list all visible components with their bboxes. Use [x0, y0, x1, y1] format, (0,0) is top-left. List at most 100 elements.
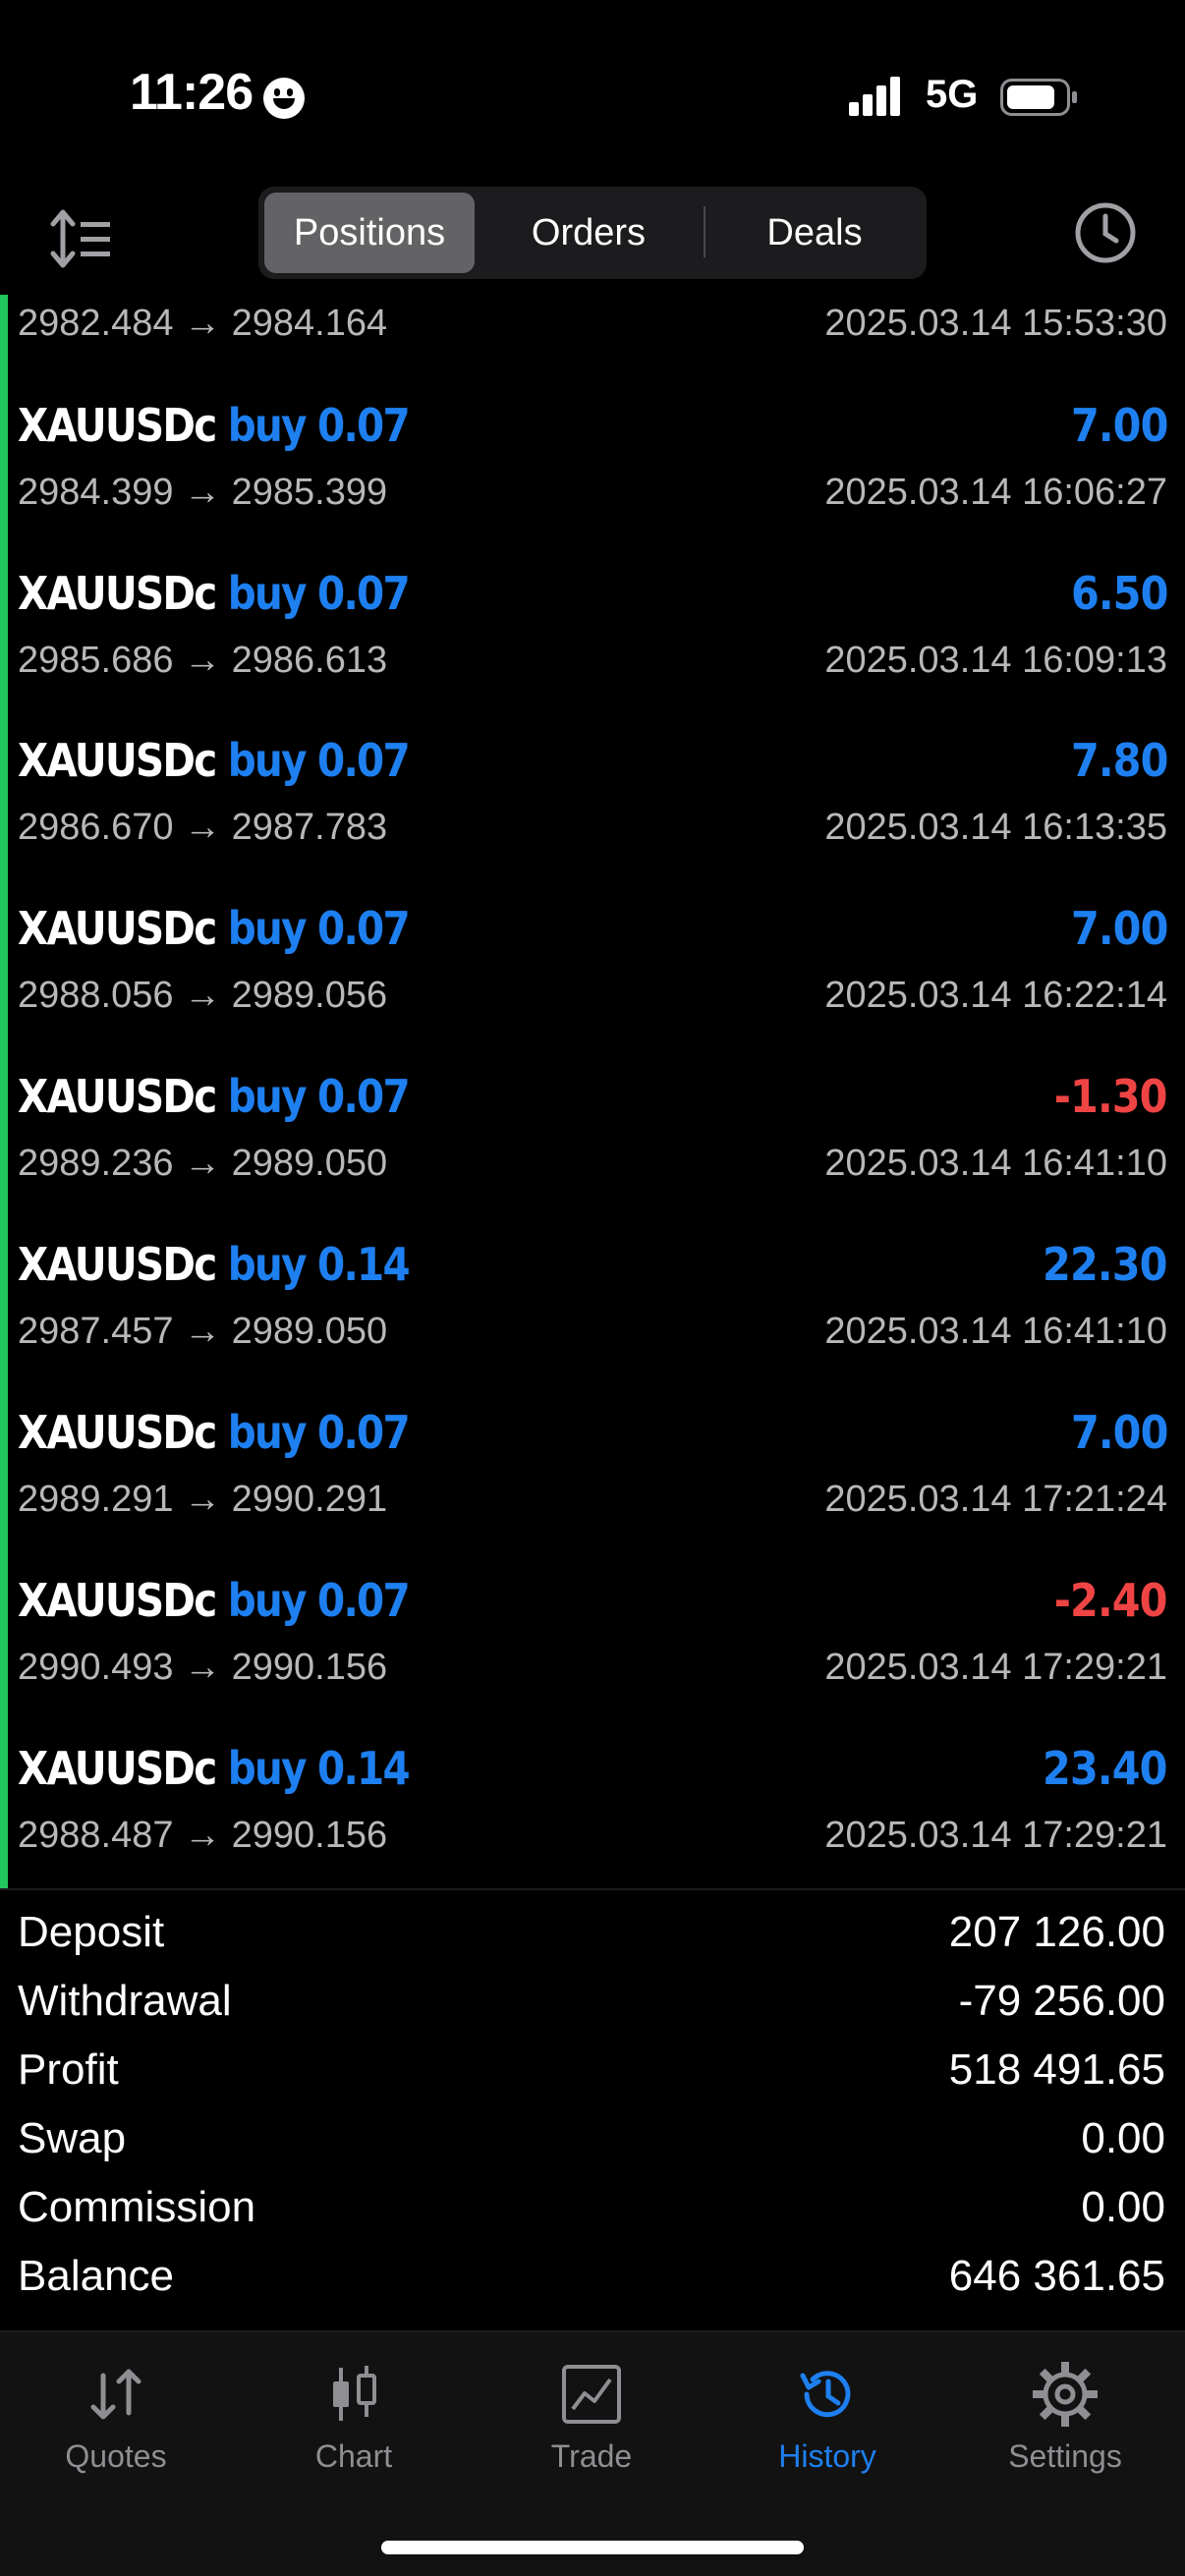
cellular-signal-icon — [849, 77, 900, 116]
trade-prices: 2986.670 → 2987.783 — [18, 807, 388, 848]
summary-label: Commission — [18, 2183, 256, 2231]
quotes-arrows-icon — [90, 2369, 141, 2420]
summary-row-swap: Swap 0.00 — [18, 2114, 1165, 2183]
section-divider — [0, 1888, 1185, 1890]
top-nav: Positions Orders Deals — [0, 187, 1185, 291]
summary-row-balance: Balance 646 361.65 — [18, 2252, 1165, 2321]
trade-profit: 7.00 — [1070, 399, 1167, 452]
trade-time: 2025.03.14 16:22:14 — [824, 975, 1167, 1016]
summary-row-profit: Profit 518 491.65 — [18, 2045, 1165, 2114]
network-type: 5G — [926, 73, 979, 116]
summary-value: 0.00 — [1081, 2114, 1165, 2162]
trade-profit: 7.80 — [1070, 734, 1167, 787]
trade-symbol: XAUUSDc — [18, 1070, 217, 1123]
trade-profit: 7.00 — [1070, 902, 1167, 955]
trade-symbol: XAUUSDc — [18, 567, 217, 620]
trade-prices: 2988.487 → 2990.156 — [18, 1815, 388, 1856]
trade-symbol: XAUUSDc — [18, 1574, 217, 1627]
trade-side: buy 0.14 — [227, 1742, 411, 1795]
summary-value: -79 256.00 — [958, 1977, 1165, 2025]
tab-chart[interactable]: Chart — [255, 2362, 452, 2490]
status-bar: 11:26 5G — [0, 0, 1185, 187]
tab-label: Chart — [314, 2438, 393, 2474]
sort-icon[interactable] — [49, 204, 114, 273]
trade-prices: 2987.457 → 2989.050 — [18, 1311, 388, 1352]
trade-symbol: XAUUSDc — [18, 734, 217, 787]
trade-time: 2025.03.14 16:06:27 — [824, 472, 1167, 513]
battery-icon — [1000, 79, 1077, 116]
trade-time: 2025.03.14 15:53:30 — [824, 303, 1167, 344]
summary-value: 207 126.00 — [948, 1908, 1165, 1956]
trade-prices: 2985.686 → 2986.613 — [18, 640, 388, 681]
tab-label: Trade — [550, 2438, 633, 2474]
candlestick-chart-icon — [333, 2366, 376, 2421]
history-segmented-control: Positions Orders Deals — [258, 187, 927, 279]
summary-value: 518 491.65 — [948, 2045, 1165, 2094]
tab-label: Quotes — [65, 2438, 167, 2474]
trade-time: 2025.03.14 16:41:10 — [824, 1143, 1167, 1184]
summary-label: Swap — [18, 2114, 127, 2162]
trade-list[interactable]: 2982.484 → 2984.164 2025.03.14 15:53:30 … — [0, 295, 1185, 1890]
history-clock-icon — [800, 2371, 851, 2418]
tab-quotes[interactable]: Quotes — [18, 2362, 214, 2490]
summary-label: Profit — [18, 2045, 119, 2094]
trade-prices: 2982.484 → 2984.164 — [18, 303, 388, 344]
trade-time: 2025.03.14 17:21:24 — [824, 1479, 1167, 1520]
trade-side: buy 0.07 — [227, 734, 411, 787]
trade-profit: -2.40 — [1054, 1574, 1168, 1627]
trade-profit: 22.30 — [1043, 1238, 1168, 1291]
summary-row-deposit: Deposit 207 126.00 — [18, 1908, 1165, 1977]
trade-profit: -1.30 — [1054, 1070, 1168, 1123]
summary-row-commission: Commission 0.00 — [18, 2183, 1165, 2252]
tab-positions[interactable]: Positions — [264, 193, 475, 273]
trade-time: 2025.03.14 17:29:21 — [824, 1647, 1167, 1688]
trade-prices: 2989.291 → 2990.291 — [18, 1479, 388, 1520]
segment-divider — [704, 206, 705, 257]
trade-time: 2025.03.14 16:13:35 — [824, 807, 1167, 848]
trade-profit: 23.40 — [1043, 1742, 1168, 1795]
trade-symbol: XAUUSDc — [18, 1238, 217, 1291]
trade-side: buy 0.07 — [227, 902, 411, 955]
tab-deals[interactable]: Deals — [710, 193, 919, 273]
trade-time: 2025.03.14 16:41:10 — [824, 1311, 1167, 1352]
trade-profit: 6.50 — [1070, 567, 1167, 620]
summary-row-withdrawal: Withdrawal -79 256.00 — [18, 1977, 1165, 2045]
tab-label: History — [778, 2438, 876, 2474]
trade-prices: 2988.056 → 2989.056 — [18, 975, 388, 1016]
trade-time: 2025.03.14 17:29:21 — [824, 1815, 1167, 1856]
trade-symbol: XAUUSDc — [18, 902, 217, 955]
trade-side: buy 0.07 — [227, 1574, 411, 1627]
tab-history[interactable]: History — [729, 2362, 926, 2490]
trade-side: buy 0.07 — [227, 399, 411, 452]
trade-prices: 2990.493 → 2990.156 — [18, 1647, 388, 1688]
trade-prices: 2989.236 → 2989.050 — [18, 1143, 388, 1184]
tab-label: Settings — [1008, 2438, 1122, 2474]
trade-symbol: XAUUSDc — [18, 1742, 217, 1795]
trade-time: 2025.03.14 16:09:13 — [824, 640, 1167, 681]
summary-label: Deposit — [18, 1908, 165, 1956]
summary-value: 646 361.65 — [948, 2252, 1165, 2300]
list-item-partial[interactable]: 2982.484 → 2984.164 2025.03.14 15:53:30 — [18, 303, 1167, 352]
history-summary: Deposit 207 126.00 Withdrawal -79 256.00… — [18, 1908, 1165, 2321]
status-time: 11:26 — [130, 64, 254, 121]
trade-side: buy 0.07 — [227, 567, 411, 620]
trade-side: buy 0.07 — [227, 1406, 411, 1459]
trade-prices: 2984.399 → 2985.399 — [18, 472, 388, 513]
tab-orders[interactable]: Orders — [484, 193, 693, 273]
summary-value: 0.00 — [1081, 2183, 1165, 2231]
trade-symbol: XAUUSDc — [18, 1406, 217, 1459]
tab-settings[interactable]: Settings — [967, 2362, 1163, 2490]
home-indicator[interactable] — [381, 2541, 804, 2554]
smiley-face-icon — [263, 78, 305, 119]
positions-indicator-bar — [0, 295, 8, 1890]
clock-icon[interactable] — [1073, 200, 1138, 265]
trade-profit: 7.00 — [1070, 1406, 1167, 1459]
trade-symbol: XAUUSDc — [18, 399, 217, 452]
bottom-tab-bar: Quotes Chart Trade History Settings — [0, 2332, 1185, 2576]
tab-trade[interactable]: Trade — [493, 2362, 690, 2490]
summary-label: Withdrawal — [18, 1977, 232, 2025]
gear-icon — [1033, 2362, 1098, 2427]
trade-side: buy 0.07 — [227, 1070, 411, 1123]
trade-side: buy 0.14 — [227, 1238, 411, 1291]
trade-chart-icon — [562, 2365, 621, 2424]
